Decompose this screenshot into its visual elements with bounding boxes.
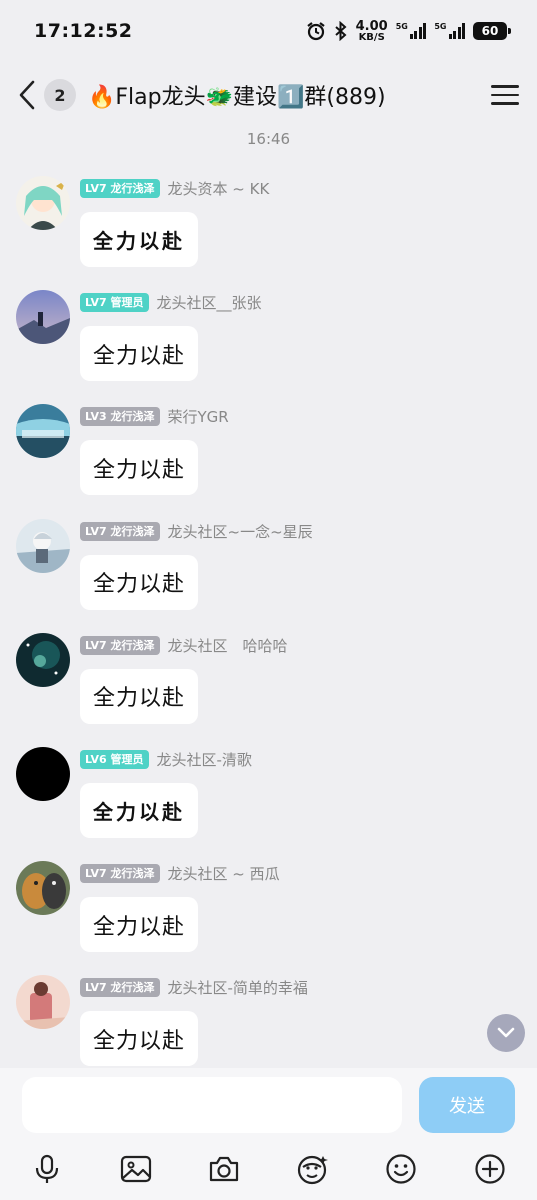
message-bubble[interactable]: 全力以赴 bbox=[80, 212, 198, 267]
message-meta: LV7 龙行浅泽 龙头社区~一念~星辰 bbox=[80, 521, 313, 542]
avatar[interactable] bbox=[16, 632, 70, 687]
avatar[interactable] bbox=[16, 861, 70, 916]
signal-bars-icon bbox=[448, 23, 465, 39]
sender-name[interactable]: 龙头社区__张张 bbox=[157, 292, 262, 313]
plus-icon[interactable] bbox=[473, 1152, 507, 1186]
avatar[interactable] bbox=[16, 518, 70, 573]
send-button[interactable]: 发送 bbox=[419, 1077, 515, 1133]
microphone-icon[interactable] bbox=[30, 1152, 64, 1186]
level-badge: LV7 龙行浅泽 bbox=[80, 179, 160, 198]
message-input[interactable] bbox=[22, 1077, 402, 1133]
sender-name[interactable]: 龙头社区-清歌 bbox=[157, 749, 252, 770]
composer: 发送 bbox=[0, 1068, 537, 1200]
message-meta: LV6 管理员 龙头社区-清歌 bbox=[80, 749, 252, 770]
level-badge: LV7 管理员 bbox=[80, 293, 149, 313]
message-item: LV7 龙行浅泽 龙头社区 ~ 西瓜 全力以赴 bbox=[0, 859, 537, 973]
message-item: LV7 管理员 龙头社区__张张 全力以赴 bbox=[0, 288, 537, 402]
message-bubble[interactable]: 全力以赴 bbox=[80, 554, 199, 610]
sender-name[interactable]: 龙头社区 哈哈哈 bbox=[168, 635, 288, 656]
message-item: LV6 管理员 龙头社区-清歌 全力以赴 bbox=[0, 745, 537, 859]
sender-name[interactable]: 龙头资本 ~ KK bbox=[168, 178, 270, 199]
sim2-label: 5G bbox=[434, 22, 447, 31]
message-meta: LV7 龙行浅泽 龙头社区 哈哈哈 bbox=[80, 635, 288, 656]
message-bubble[interactable]: 全力以赴 bbox=[80, 782, 198, 838]
level-badge: LV7 龙行浅泽 bbox=[80, 978, 160, 998]
message-meta: LV7 龙行浅泽 龙头社区-简单的幸福 bbox=[80, 977, 308, 998]
message-bubble[interactable]: 全力以赴 bbox=[80, 668, 199, 724]
composer-toolbar bbox=[0, 1144, 537, 1194]
message-meta: LV7 龙行浅泽 龙头资本 ~ KK bbox=[80, 178, 269, 199]
level-badge: LV6 管理员 bbox=[80, 749, 149, 769]
message-bubble[interactable]: 全力以赴 bbox=[80, 440, 199, 496]
message-item: LV7 龙行浅泽 龙头社区 哈哈哈 全力以赴 bbox=[0, 631, 537, 745]
sender-name[interactable]: 龙头社区-简单的幸福 bbox=[168, 977, 308, 998]
sender-name[interactable]: 龙头社区 ~ 西瓜 bbox=[168, 863, 280, 884]
status-bar: 17:12:52 4.00 KB/S 5G 5G 60 bbox=[0, 0, 537, 62]
chat-timestamp: 16:46 bbox=[246, 130, 291, 148]
avatar[interactable] bbox=[16, 404, 70, 459]
level-badge: LV7 龙行浅泽 bbox=[80, 635, 160, 655]
avatar[interactable] bbox=[16, 290, 70, 345]
level-badge: LV7 龙行浅泽 bbox=[80, 521, 160, 541]
network-speed: 4.00 KB/S bbox=[355, 18, 388, 43]
emoji-icon[interactable] bbox=[384, 1152, 418, 1186]
avatar[interactable] bbox=[16, 746, 70, 801]
signal-bars-icon bbox=[409, 23, 427, 39]
network-speed-value: 4.00 bbox=[355, 18, 388, 34]
message-bubble[interactable]: 全力以赴 bbox=[80, 326, 199, 382]
message-list[interactable]: LV7 龙行浅泽 龙头资本 ~ KK 全力以赴 LV7 管理员 龙头社区__张张… bbox=[0, 174, 537, 1088]
chevron-down-icon bbox=[497, 1027, 515, 1038]
camera-icon[interactable] bbox=[207, 1152, 241, 1186]
sender-name[interactable]: 龙头社区~一念~星辰 bbox=[168, 521, 313, 542]
sticker-icon[interactable] bbox=[296, 1152, 330, 1186]
message-bubble[interactable]: 全力以赴 bbox=[80, 1011, 199, 1067]
status-icons: 4.00 KB/S 5G 5G 60 bbox=[306, 18, 511, 43]
signal-sim2: 5G bbox=[434, 23, 465, 39]
battery-icon: 60 bbox=[473, 22, 511, 40]
message-meta: LV7 管理员 龙头社区__张张 bbox=[80, 292, 262, 313]
unread-count-badge[interactable]: 2 bbox=[44, 79, 76, 111]
message-item: LV3 龙行浅泽 荣行YGR 全力以赴 bbox=[0, 402, 537, 516]
chat-header: 2 🔥Flap龙头🐲建设1️⃣群(889) bbox=[0, 62, 537, 128]
message-item: LV7 龙行浅泽 龙头社区~一念~星辰 全力以赴 bbox=[0, 517, 537, 631]
level-badge: LV3 龙行浅泽 bbox=[80, 407, 160, 427]
sim1-label: 5G bbox=[395, 22, 408, 31]
status-time: 17:12:52 bbox=[34, 20, 133, 42]
alarm-icon bbox=[306, 22, 325, 41]
signal-sim1: 5G bbox=[396, 23, 427, 39]
scroll-to-bottom-button[interactable] bbox=[487, 1014, 525, 1052]
bluetooth-icon bbox=[334, 21, 347, 41]
avatar[interactable] bbox=[16, 975, 70, 1030]
menu-icon[interactable] bbox=[491, 81, 519, 109]
message-meta: LV7 龙行浅泽 龙头社区 ~ 西瓜 bbox=[80, 863, 280, 884]
message-bubble[interactable]: 全力以赴 bbox=[80, 897, 199, 953]
image-icon[interactable] bbox=[119, 1152, 153, 1186]
message-item: LV7 龙行浅泽 龙头资本 ~ KK 全力以赴 bbox=[0, 174, 537, 288]
avatar[interactable] bbox=[16, 176, 70, 230]
back-icon[interactable] bbox=[18, 79, 42, 111]
message-meta: LV3 龙行浅泽 荣行YGR bbox=[80, 406, 229, 427]
level-badge: LV7 龙行浅泽 bbox=[80, 864, 160, 884]
network-speed-unit: KB/S bbox=[358, 31, 385, 43]
sender-name[interactable]: 荣行YGR bbox=[168, 406, 229, 427]
group-title: 🔥Flap龙头🐲建设1️⃣群(889) bbox=[88, 85, 386, 110]
